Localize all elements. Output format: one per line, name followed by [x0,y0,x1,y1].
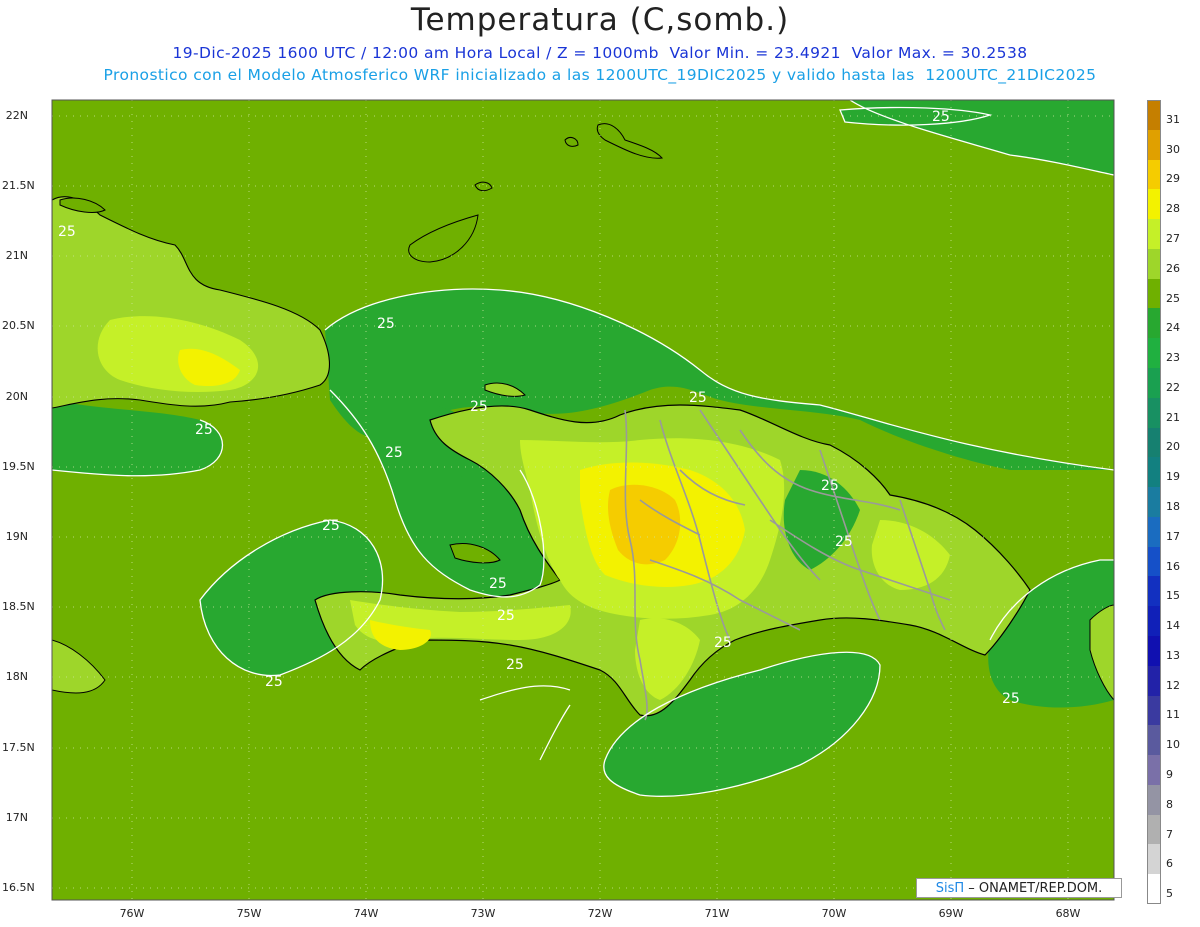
colorbar-label: 16 [1166,559,1180,573]
contour-label: 25 [58,224,76,240]
colorbar-swatch [1147,516,1161,547]
colorbar-label: 15 [1166,589,1180,603]
lon-label: 72W [587,907,613,920]
colorbar-swatch [1147,725,1161,756]
colorbar-swatch [1147,487,1161,518]
lat-label: 20.5N [2,319,35,332]
lon-label: 70W [821,907,847,920]
colorbar-swatch [1147,665,1161,696]
lon-label: 71W [704,907,730,920]
lat-label: 17.5N [2,741,35,754]
lon-label: 75W [236,907,262,920]
contour-label: 25 [195,422,213,438]
colorbar-label: 24 [1166,321,1180,335]
colorbar-swatch [1147,784,1161,815]
colorbar-label: 27 [1166,232,1180,245]
colorbar-swatch [1147,636,1161,666]
colorbar-swatch [1147,278,1161,309]
colorbar-swatch [1147,397,1161,428]
colorbar-label: 12 [1166,678,1180,692]
colorbar-label: 6 [1166,857,1173,871]
lon-label: 68W [1055,907,1081,920]
colorbar-label: 22 [1166,380,1180,394]
lat-label: 17N [5,811,28,824]
colorbar-swatch [1147,814,1161,845]
colorbar-swatch [1147,368,1161,398]
lon-label: 74W [353,907,379,920]
colorbar-swatch [1147,695,1161,726]
contour-label: 25 [489,576,507,592]
colorbar-swatch [1147,248,1161,279]
contour-label: 25 [385,445,403,461]
lat-label: 21N [5,249,28,262]
sispi-logo: SisΠ [935,881,965,896]
contour-label: 25 [689,390,707,406]
colorbar-label: 13 [1166,648,1180,662]
colorbar-swatch [1147,129,1161,160]
colorbar-label: 31 [1166,112,1180,126]
contour-label: 25 [714,635,732,651]
contour-label: 25 [265,674,283,690]
lon-label: 69W [938,907,964,920]
colorbar-swatch [1147,457,1161,488]
colorbar-label: 14 [1166,619,1180,633]
contour-label: 25 [470,399,488,415]
colorbar-swatch [1147,606,1161,637]
credit-box: SisΠ – ONAMET/REP.DOM. [916,878,1122,898]
lon-label: 76W [119,907,145,920]
colorbar-swatch [1147,755,1161,786]
colorbar-swatch [1147,189,1161,220]
colorbar-swatch [1147,427,1161,458]
colorbar-label: 29 [1166,172,1180,186]
colorbar-label: 7 [1166,827,1173,841]
lat-label: 20N [5,390,28,403]
colorbar-swatch [1147,874,1161,905]
lat-label: 19.5N [2,460,35,473]
lat-label: 19N [5,530,28,543]
contour-label: 25 [821,478,839,494]
colorbar-swatch [1147,100,1161,130]
colorbar-swatch [1147,159,1161,190]
colorbar-swatch [1147,338,1161,369]
colorbar-label: 9 [1166,768,1173,781]
contour-label: 25 [506,657,524,673]
lat-label: 22N [5,109,28,122]
contour-label: 25 [1002,691,1020,707]
temperature-map: 25 25 25 25 25 25 25 25 25 25 25 25 25 2… [51,99,1115,901]
colorbar-swatch [1147,308,1161,339]
colorbar-label: 11 [1166,708,1180,722]
credit-text: – ONAMET/REP.DOM. [968,881,1103,896]
contour-label: 25 [497,608,515,624]
lat-label: 18N [5,670,28,683]
colorbar-swatch [1147,546,1161,577]
colorbar-label: 26 [1166,261,1180,275]
colorbar-label: 8 [1166,797,1173,811]
colorbar-label: 17 [1166,529,1180,543]
colorbar-label: 21 [1166,410,1180,424]
colorbar-label: 23 [1166,351,1180,365]
colorbar-label: 20 [1166,440,1180,454]
colorbar-label: 30 [1166,142,1180,156]
colorbar-swatch [1147,844,1161,875]
colorbar-label: 10 [1166,738,1180,752]
lat-label: 16.5N [2,881,35,894]
lat-label: 21.5N [2,179,35,192]
contour-label: 25 [932,109,950,125]
contour-label: 25 [322,518,340,534]
contour-label: 25 [835,534,853,550]
lat-label: 18.5N [2,600,35,613]
colorbar-label: 19 [1166,470,1180,484]
colorbar-swatch [1147,219,1161,250]
contour-label: 25 [377,316,395,332]
colorbar-label: 28 [1166,202,1180,216]
colorbar-label: 5 [1166,887,1173,901]
lon-label: 73W [470,907,496,920]
colorbar-label: 18 [1166,500,1180,513]
colorbar-label: 25 [1166,291,1180,305]
colorbar-swatch [1147,576,1161,607]
